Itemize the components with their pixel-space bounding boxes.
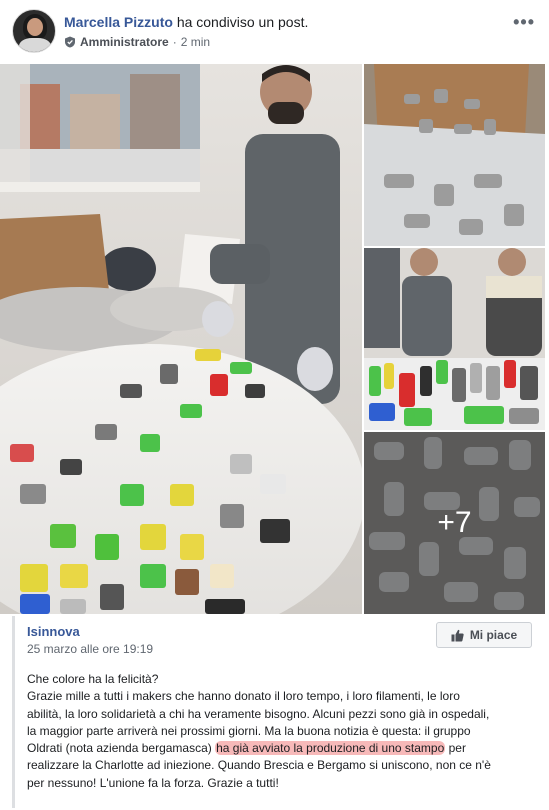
post-text-line-1: Che colore ha la felicità? (27, 672, 159, 686)
gallery-photo-2[interactable] (364, 64, 545, 246)
post-meta: Amministratore · 2 min (64, 35, 210, 49)
shared-page-name[interactable]: Isinnova (27, 624, 80, 639)
post-text-line-3: abilità, la loro solidarietà a chi ha ve… (27, 706, 490, 721)
post-header: Marcella Pizzuto ha condiviso un post. A… (0, 0, 549, 64)
thumbs-up-icon (451, 629, 464, 641)
author-name[interactable]: Marcella Pizzuto (64, 14, 173, 30)
more-photos-count[interactable]: +7 (364, 432, 545, 614)
gallery-photo-4[interactable]: +7 (364, 432, 545, 614)
shared-post-text: Che colore ha la felicità? Grazie mille … (27, 671, 537, 792)
post-author-line: Marcella Pizzuto ha condiviso un post. (64, 14, 308, 30)
like-page-button[interactable]: Mi piace (436, 622, 532, 648)
admin-role-label: Amministratore (80, 35, 169, 49)
line5-start: Oldrati (nota azienda bergamasca) (27, 741, 216, 756)
post-time[interactable]: 2 min (181, 35, 210, 49)
shared-post-date[interactable]: 25 marzo alle ore 19:19 (27, 642, 153, 656)
post-text-line-6: realizzare la Charlotte ad iniezione. Qu… (27, 758, 491, 773)
post-text-line-2: Grazie mille a tutti i makers che hanno … (27, 689, 460, 704)
share-action-text: ha condiviso un post. (176, 14, 309, 30)
photo-gallery: +7 (0, 64, 549, 614)
more-options-icon[interactable]: ••• (513, 12, 535, 33)
meta-separator: · (172, 35, 177, 49)
highlighted-text: ha già avviato la produzione di uno stam… (215, 741, 446, 756)
gallery-photo-3[interactable] (364, 248, 545, 430)
gallery-photo-main[interactable] (0, 64, 362, 614)
post-text-line-7: per nessuno! L'unione fa la forza. Grazi… (27, 775, 279, 790)
post-text-line-4: la maggior parte arriverà nei prossimi g… (27, 723, 471, 738)
admin-shield-icon (65, 36, 75, 48)
post-text-line-5: Oldrati (nota azienda bergamasca) ha già… (27, 740, 537, 757)
like-button-label: Mi piace (469, 628, 518, 642)
shared-post-card: Isinnova 25 marzo alle ore 19:19 Mi piac… (12, 616, 542, 808)
line5-end: per (445, 741, 466, 756)
author-avatar[interactable] (12, 9, 56, 53)
